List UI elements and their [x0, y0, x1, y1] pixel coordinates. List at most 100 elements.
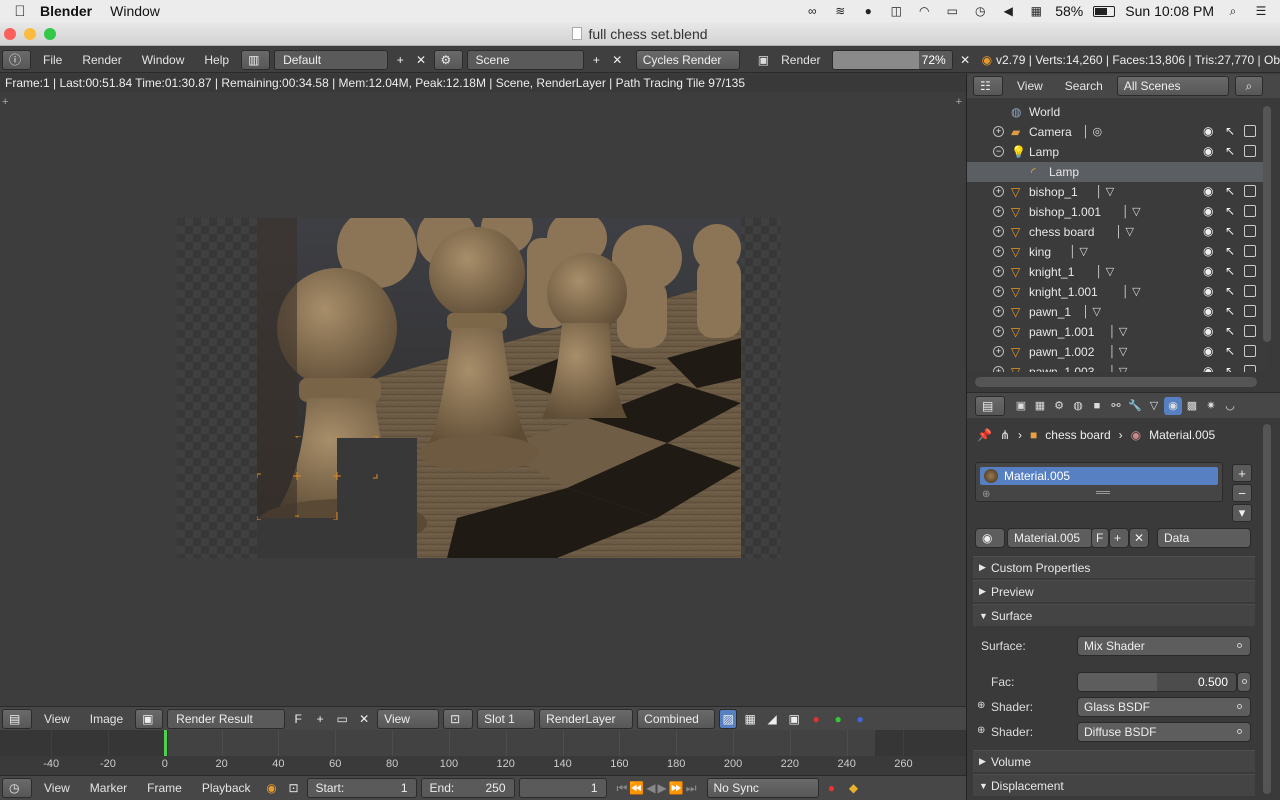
texture-tab-icon[interactable]: ▩ — [1183, 397, 1201, 415]
battery-icon[interactable] — [1093, 5, 1116, 17]
visibility-eye-icon[interactable]: ◉ — [1203, 324, 1213, 338]
visibility-eye-icon[interactable]: ◉ — [1203, 144, 1213, 158]
record-icon[interactable]: ● — [859, 4, 877, 18]
surface-shader-dropdown[interactable]: Mix Shader — [1077, 636, 1251, 656]
material-tab-icon[interactable]: ◉ — [1164, 396, 1182, 415]
selectability-cursor-icon[interactable]: ↖ — [1225, 124, 1235, 138]
renderability-camera-icon[interactable] — [1244, 345, 1256, 357]
pivot-icon[interactable]: ⊡ — [443, 708, 474, 729]
object-tab-icon[interactable]: ■ — [1088, 397, 1106, 415]
remove-layout-icon[interactable]: ✕ — [413, 50, 430, 70]
visibility-eye-icon[interactable]: ◉ — [1203, 304, 1213, 318]
time-machine-icon[interactable]: ◷ — [971, 4, 989, 18]
world-tab-icon[interactable]: ◍ — [1069, 397, 1087, 415]
window-menu-blender[interactable]: Window — [134, 53, 193, 67]
expand-shader1-icon[interactable]: ⊕ — [977, 700, 985, 711]
corner-widget-icon[interactable]: + — [2, 96, 8, 108]
creative-cloud-icon[interactable]: ∞ — [803, 4, 821, 18]
image-view-menu[interactable]: View — [36, 712, 78, 726]
list-grip-icon[interactable] — [1096, 491, 1110, 494]
pin-icon[interactable]: 📌 — [977, 428, 992, 442]
outliner-row[interactable]: + ▽ king │ ▽ ◉ ↖ — [967, 242, 1267, 262]
outliner-row[interactable]: ◜ Lamp — [967, 162, 1267, 182]
editor-type-outliner-button[interactable]: ☷ — [973, 76, 1003, 96]
outliner-row[interactable]: + ▽ bishop_1 │ ▽ ◉ ↖ — [967, 182, 1267, 202]
show-channels-icon[interactable]: ▣ — [785, 709, 803, 729]
mesh-data-icon[interactable]: │ ▽ — [1096, 185, 1114, 198]
image-name-field[interactable]: Render Result — [167, 708, 286, 729]
renderability-camera-icon[interactable] — [1244, 325, 1256, 337]
physics-tab-icon[interactable]: ◡ — [1221, 397, 1239, 415]
input-source-icon[interactable]: ▦ — [1027, 4, 1045, 18]
timeline-editor[interactable]: -40 -20 0 20 40 60 80 100 120 140 160 180 200 220 240 2… — [0, 730, 966, 775]
outliner-view-menu[interactable]: View — [1009, 79, 1051, 93]
expand-toggle-icon[interactable]: + — [993, 266, 1004, 277]
scene-field[interactable]: Scene — [466, 49, 584, 70]
red-channel-icon[interactable]: ● — [807, 709, 825, 729]
selectability-cursor-icon[interactable]: ↖ — [1225, 244, 1235, 258]
outliner-row[interactable]: + ▽ chess board │ ▽ ◉ ↖ — [967, 222, 1267, 242]
editor-type-timeline-button[interactable]: ◷ — [2, 778, 32, 798]
play-icon[interactable]: ▶ — [658, 781, 667, 796]
expand-toggle-icon[interactable]: + — [993, 206, 1004, 217]
material-name-field[interactable]: Material.005 — [1007, 528, 1093, 548]
browse-image-icon[interactable]: ▣ — [135, 708, 164, 729]
render-engine-dropdown[interactable]: Cycles Render — [635, 49, 740, 70]
current-frame-field[interactable]: 1 — [518, 778, 607, 798]
mesh-data-icon[interactable]: │ ▽ — [1116, 225, 1134, 238]
render-tab-icon[interactable]: ▣ — [1012, 397, 1030, 415]
expand-toggle-icon[interactable]: + — [993, 326, 1004, 337]
z-buffer-icon[interactable]: ◢ — [763, 709, 781, 729]
selectability-cursor-icon[interactable]: ↖ — [1225, 324, 1235, 338]
expand-toggle-icon[interactable]: + — [993, 366, 1004, 372]
outliner-row[interactable]: + ▽ pawn_1.001 │ ▽ ◉ ↖ — [967, 322, 1267, 342]
visibility-eye-icon[interactable]: ◉ — [1203, 184, 1213, 198]
outliner-row[interactable]: + ▰ Camera │ ◎ ◉ ↖ — [967, 122, 1267, 142]
custom-properties-panel[interactable]: ▶ Custom Properties — [973, 556, 1255, 578]
selectability-cursor-icon[interactable]: ↖ — [1225, 144, 1235, 158]
help-menu[interactable]: Help — [196, 53, 237, 67]
outliner-row[interactable]: + ▽ pawn_1 │ ▽ ◉ ↖ — [967, 302, 1267, 322]
add-layout-icon[interactable]: + — [392, 50, 409, 70]
material-slot-item[interactable]: Material.005 — [980, 467, 1218, 485]
wifi-icon[interactable]: ◠ — [915, 4, 933, 18]
marker-menu[interactable]: Marker — [82, 781, 135, 795]
next-keyframe-icon[interactable]: ⏩ — [669, 781, 684, 796]
start-frame-field[interactable]: Start: 1 — [306, 778, 417, 798]
fake-user-toggle[interactable]: F — [289, 709, 307, 729]
volume-icon[interactable]: ◀ — [999, 4, 1017, 18]
visibility-eye-icon[interactable]: ◉ — [1203, 284, 1213, 298]
material-slot-menu-button[interactable]: ▾ — [1232, 504, 1252, 522]
renderability-camera-icon[interactable] — [1244, 265, 1256, 277]
expand-toggle-icon[interactable]: + — [993, 126, 1004, 137]
displacement-panel[interactable]: ▼ Displacement — [973, 774, 1255, 796]
outliner-row[interactable]: + ▽ pawn_1.003 │ ▽ ◉ ↖ — [967, 362, 1267, 372]
editor-type-info-button[interactable]: ⓘ — [2, 49, 31, 70]
render-pass-dropdown[interactable]: Combined — [637, 708, 716, 729]
play-reverse-icon[interactable]: ◀ — [646, 781, 655, 796]
renderability-camera-icon[interactable] — [1244, 205, 1256, 217]
renderability-camera-icon[interactable] — [1244, 245, 1256, 257]
mesh-data-icon[interactable]: │ ▽ — [1083, 305, 1101, 318]
unlink-material-icon[interactable]: ✕ — [1129, 528, 1149, 548]
visibility-eye-icon[interactable]: ◉ — [1203, 224, 1213, 238]
mesh-data-icon[interactable]: │ ▽ — [1069, 245, 1087, 258]
window-menu[interactable]: Window — [110, 3, 160, 19]
corner-widget-icon-right[interactable]: + — [956, 96, 962, 108]
properties-scrollbar[interactable] — [1263, 424, 1271, 794]
playback-menu[interactable]: Playback — [194, 781, 259, 795]
screen-layout-field[interactable]: Default — [274, 49, 388, 70]
selectability-cursor-icon[interactable]: ↖ — [1225, 204, 1235, 218]
mesh-data-icon[interactable]: │ ▽ — [1109, 365, 1127, 372]
editor-type-properties-button[interactable]: ▤ — [975, 395, 1005, 416]
cancel-render-icon[interactable]: ✕ — [957, 50, 974, 70]
mesh-data-icon[interactable]: │ ▽ — [1109, 345, 1127, 358]
visibility-eye-icon[interactable]: ◉ — [1203, 344, 1213, 358]
outliner-tree[interactable]: ◍ World + ▰ Camera │ ◎ ◉ ↖ − 💡 Lamp ◉ ↖ ◜ Lamp + ▽ bishop… — [967, 100, 1267, 372]
open-image-icon[interactable]: ▭ — [333, 709, 351, 729]
green-channel-icon[interactable]: ● — [829, 709, 847, 729]
expand-shader2-icon[interactable]: ⊕ — [977, 725, 985, 736]
outliner-row[interactable]: ◍ World — [967, 102, 1267, 122]
notification-center-icon[interactable]: ☰ — [1252, 4, 1270, 18]
editor-type-image-button[interactable]: ▤ — [2, 708, 32, 729]
